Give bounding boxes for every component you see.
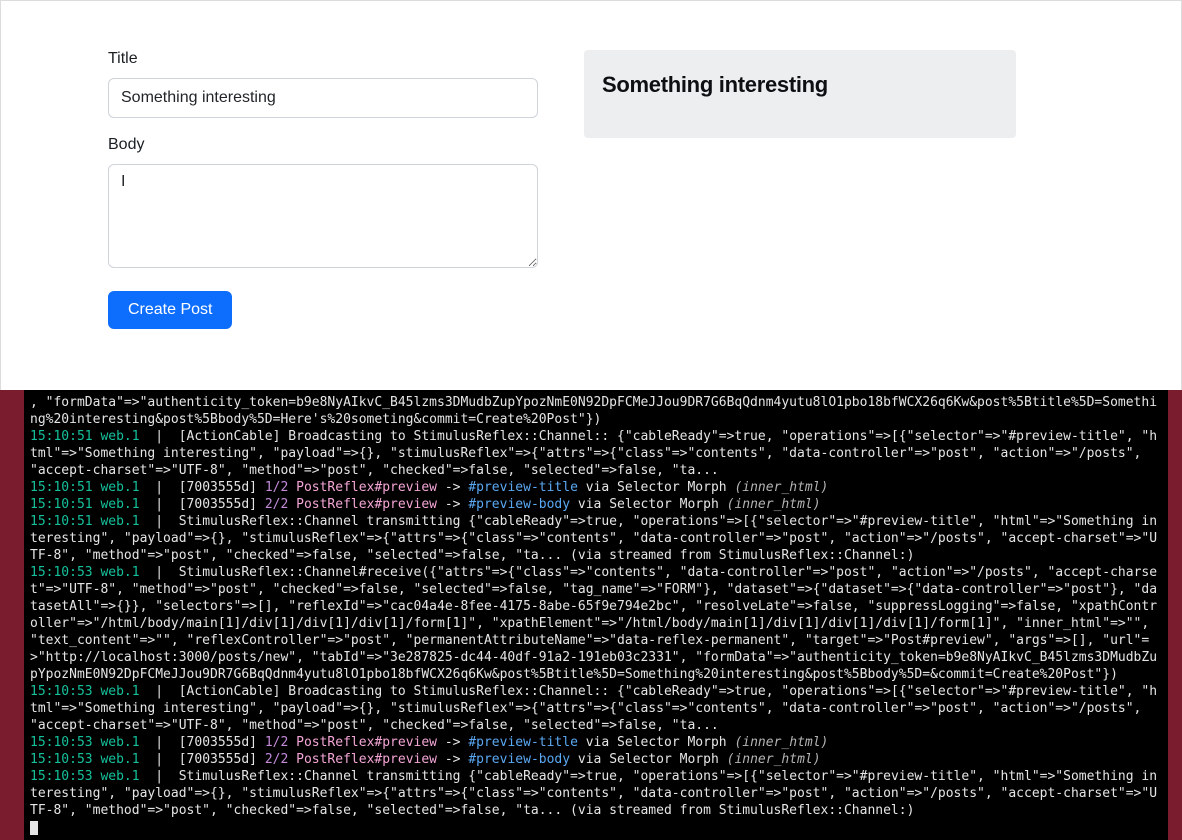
terminal-line: , "formData"=>"authenticity_token=b9e8Ny… <box>30 394 1162 428</box>
title-input[interactable] <box>108 78 538 118</box>
terminal-line: 15:10:51 web.1 | StimulusReflex::Channel… <box>30 513 1162 564</box>
terminal-line: 15:10:53 web.1 | StimulusReflex::Channel… <box>30 768 1162 819</box>
preview-card: Something interesting <box>584 50 1016 138</box>
body-group: Body <box>108 136 648 273</box>
terminal-line: 15:10:53 web.1 | [7003555d] 1/2 PostRefl… <box>30 734 1162 751</box>
desktop-wallpaper-left <box>0 390 24 840</box>
terminal-line: 15:10:51 web.1 | [7003555d] 1/2 PostRefl… <box>30 479 1162 496</box>
terminal-cursor <box>30 819 1162 836</box>
terminal-pane[interactable]: , "formData"=>"authenticity_token=b9e8Ny… <box>24 390 1168 840</box>
terminal-line: 15:10:51 web.1 | [7003555d] 2/2 PostRefl… <box>30 496 1162 513</box>
desktop-wallpaper-right <box>1168 390 1182 840</box>
page-top-split: Title Body Create Post Something interes… <box>0 0 1182 390</box>
body-label: Body <box>108 136 648 154</box>
title-label: Title <box>108 50 648 68</box>
title-group: Title <box>108 50 648 118</box>
preview-title: Something interesting <box>602 72 998 98</box>
terminal-line: 15:10:51 web.1 | [ActionCable] Broadcast… <box>30 428 1162 479</box>
terminal-line: 15:10:53 web.1 | StimulusReflex::Channel… <box>30 564 1162 683</box>
create-post-button[interactable]: Create Post <box>108 291 232 329</box>
post-form: Title Body Create Post <box>108 50 648 390</box>
preview-panel: Something interesting <box>584 50 1016 390</box>
terminal-line: 15:10:53 web.1 | [ActionCable] Broadcast… <box>30 683 1162 734</box>
terminal-line: 15:10:53 web.1 | [7003555d] 2/2 PostRefl… <box>30 751 1162 768</box>
body-textarea[interactable] <box>108 164 538 268</box>
